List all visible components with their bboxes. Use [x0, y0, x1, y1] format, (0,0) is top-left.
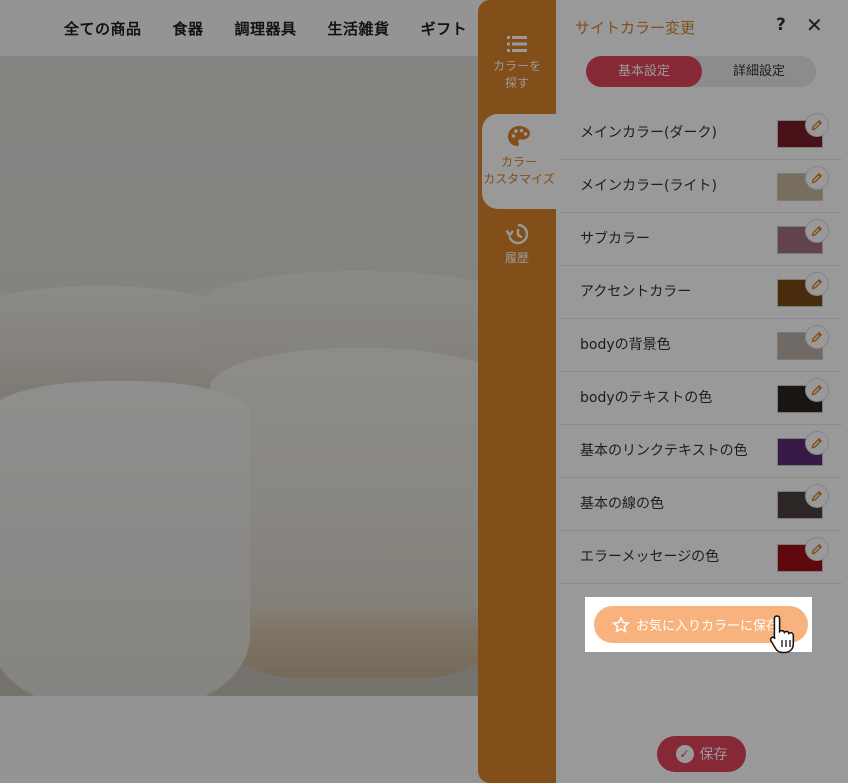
color-setting-row: 基本のリンクテキストの色: [560, 425, 842, 478]
color-setting-row: bodyのテキストの色: [560, 372, 842, 425]
color-setting-label: bodyのテキストの色: [580, 390, 713, 406]
settings-toggle: 基本設定 詳細設定: [586, 56, 816, 87]
color-setting-label: エラーメッセージの色: [580, 549, 720, 565]
pencil-icon[interactable]: [805, 219, 829, 243]
tab-label: 履歴: [504, 251, 529, 265]
pencil-icon[interactable]: [805, 378, 829, 402]
panel-title: サイトカラー変更: [575, 19, 696, 37]
pencil-icon[interactable]: [805, 166, 829, 190]
color-setting-label: サブカラー: [580, 231, 650, 247]
check-icon: ✓: [675, 745, 694, 763]
color-setting-label: アクセントカラー: [580, 284, 692, 300]
star-icon: [612, 615, 630, 633]
color-setting-row: アクセントカラー: [560, 266, 842, 319]
favorite-button-label: お気に入りカラーに保存: [636, 619, 780, 634]
customizer-tabs: カラーを 探す カラー カスタマイズ 履歴: [478, 0, 556, 783]
tab-history[interactable]: 履歴: [478, 218, 556, 278]
tab-find-colors[interactable]: カラーを 探す: [478, 30, 556, 100]
tab-label: 探す: [504, 76, 529, 90]
tab-label: カラーを: [492, 59, 541, 73]
pencil-icon[interactable]: [805, 272, 829, 296]
tab-color-customize[interactable]: カラー カスタマイズ: [482, 114, 556, 209]
color-setting-row: メインカラー(ダーク): [560, 107, 842, 160]
save-button-label: 保存: [699, 747, 728, 763]
tab-label: カスタマイズ: [483, 172, 555, 186]
color-setting-row: メインカラー(ライト): [560, 160, 842, 213]
tab-detail-settings[interactable]: 詳細設定: [702, 56, 816, 87]
hand-cursor-icon: [769, 615, 795, 654]
close-icon[interactable]: ✕: [806, 13, 823, 37]
pencil-icon[interactable]: [805, 537, 829, 561]
list-icon: [507, 36, 527, 52]
tab-basic-settings[interactable]: 基本設定: [586, 56, 702, 87]
color-settings-list: メインカラー(ダーク) メインカラー(ライト) サブカラーアクセントカラー bodyの…: [560, 107, 842, 584]
help-icon[interactable]: ?: [776, 15, 786, 35]
pencil-icon[interactable]: [805, 431, 829, 455]
color-setting-row: bodyの背景色: [560, 319, 842, 372]
color-setting-label: 基本の線の色: [580, 496, 664, 512]
palette-icon: [508, 126, 530, 146]
color-setting-row: 基本の線の色: [560, 478, 842, 531]
pencil-icon[interactable]: [805, 113, 829, 137]
color-customizer-panel: サイトカラー変更 ? ✕ 基本設定 詳細設定 メインカラー(ダーク) メインカラー…: [556, 0, 848, 783]
pencil-icon[interactable]: [805, 325, 829, 349]
color-setting-label: メインカラー(ライト): [580, 178, 717, 194]
color-setting-label: bodyの背景色: [580, 337, 671, 353]
save-button[interactable]: ✓ 保存: [657, 736, 746, 772]
history-icon: [505, 223, 529, 245]
color-setting-row: エラーメッセージの色: [560, 531, 842, 584]
color-setting-row: サブカラー: [560, 213, 842, 266]
tab-label: カラー: [500, 155, 537, 169]
color-setting-label: 基本のリンクテキストの色: [580, 443, 748, 459]
color-setting-label: メインカラー(ダーク): [580, 125, 717, 141]
pencil-icon[interactable]: [805, 484, 829, 508]
